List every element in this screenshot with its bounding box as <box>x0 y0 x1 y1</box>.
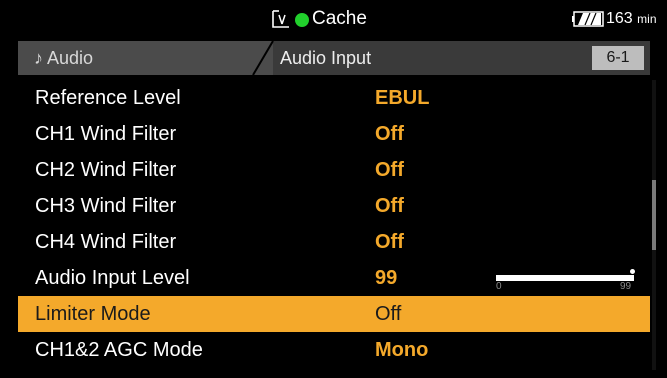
level-slider-track <box>496 275 634 281</box>
menu-item-ch3-wind-filter[interactable]: CH3 Wind Filter Off <box>18 188 650 224</box>
menu-item-label: CH2 Wind Filter <box>35 159 177 181</box>
menu-item-ch1-2-agc-mode[interactable]: CH1&2 AGC Mode Mono <box>18 332 650 368</box>
breadcrumb-parent-label: Audio <box>47 48 94 68</box>
breadcrumb-parent[interactable]: ♪ Audio <box>34 46 93 70</box>
breadcrumb-current: Audio Input <box>280 48 372 68</box>
media-card-icon <box>272 10 289 28</box>
battery-icon <box>572 11 604 27</box>
menu-item-label: CH1 Wind Filter <box>35 123 177 145</box>
battery-value: 163 <box>606 10 633 27</box>
menu-item-value: EBUL <box>375 87 430 109</box>
cache-label: Cache <box>312 8 367 29</box>
level-slider-min: 0 <box>496 281 502 292</box>
level-slider-max: 99 <box>620 281 632 292</box>
menu-item-reference-level[interactable]: Reference Level EBUL <box>18 80 650 116</box>
menu-item-audio-input-level[interactable]: Audio Input Level 99 0 99 <box>18 260 650 296</box>
menu-header: ♪ Audio Audio Input 6-1 <box>18 41 650 75</box>
menu-item-value: Off <box>375 123 404 145</box>
menu-item-label: Limiter Mode <box>35 303 151 325</box>
menu-item-label: Audio Input Level <box>35 267 190 289</box>
level-slider-knob[interactable] <box>630 269 635 274</box>
menu-item-label: CH3 Wind Filter <box>35 195 177 217</box>
menu-item-value: Off <box>375 231 404 253</box>
music-note-icon: ♪ <box>34 48 43 68</box>
level-slider[interactable]: 0 99 <box>496 269 636 292</box>
scrollbar-thumb[interactable] <box>652 180 656 250</box>
menu-item-label: Reference Level <box>35 87 181 109</box>
page-number-badge: 6-1 <box>592 46 644 70</box>
menu-item-label: CH4 Wind Filter <box>35 231 177 253</box>
menu-item-limiter-mode[interactable]: Limiter Mode Off <box>18 296 650 332</box>
menu-item-ch4-wind-filter[interactable]: CH4 Wind Filter Off <box>18 224 650 260</box>
menu-item-ch1-wind-filter[interactable]: CH1 Wind Filter Off <box>18 116 650 152</box>
menu-item-value: Off <box>375 195 404 217</box>
menu-list: Reference Level EBUL CH1 Wind Filter Off… <box>18 80 650 370</box>
menu-item-value: Off <box>375 303 402 325</box>
menu-item-label: CH1&2 AGC Mode <box>35 339 203 361</box>
menu-item-value: 99 <box>375 267 398 289</box>
status-bar: Cache 163 min <box>0 0 667 38</box>
menu-item-value: Mono <box>375 339 429 361</box>
battery-remaining: 163 min <box>606 9 657 29</box>
menu-item-value: Off <box>375 159 404 181</box>
record-indicator-icon <box>295 13 309 27</box>
menu-item-ch2-wind-filter[interactable]: CH2 Wind Filter Off <box>18 152 650 188</box>
battery-unit: min <box>637 12 657 26</box>
